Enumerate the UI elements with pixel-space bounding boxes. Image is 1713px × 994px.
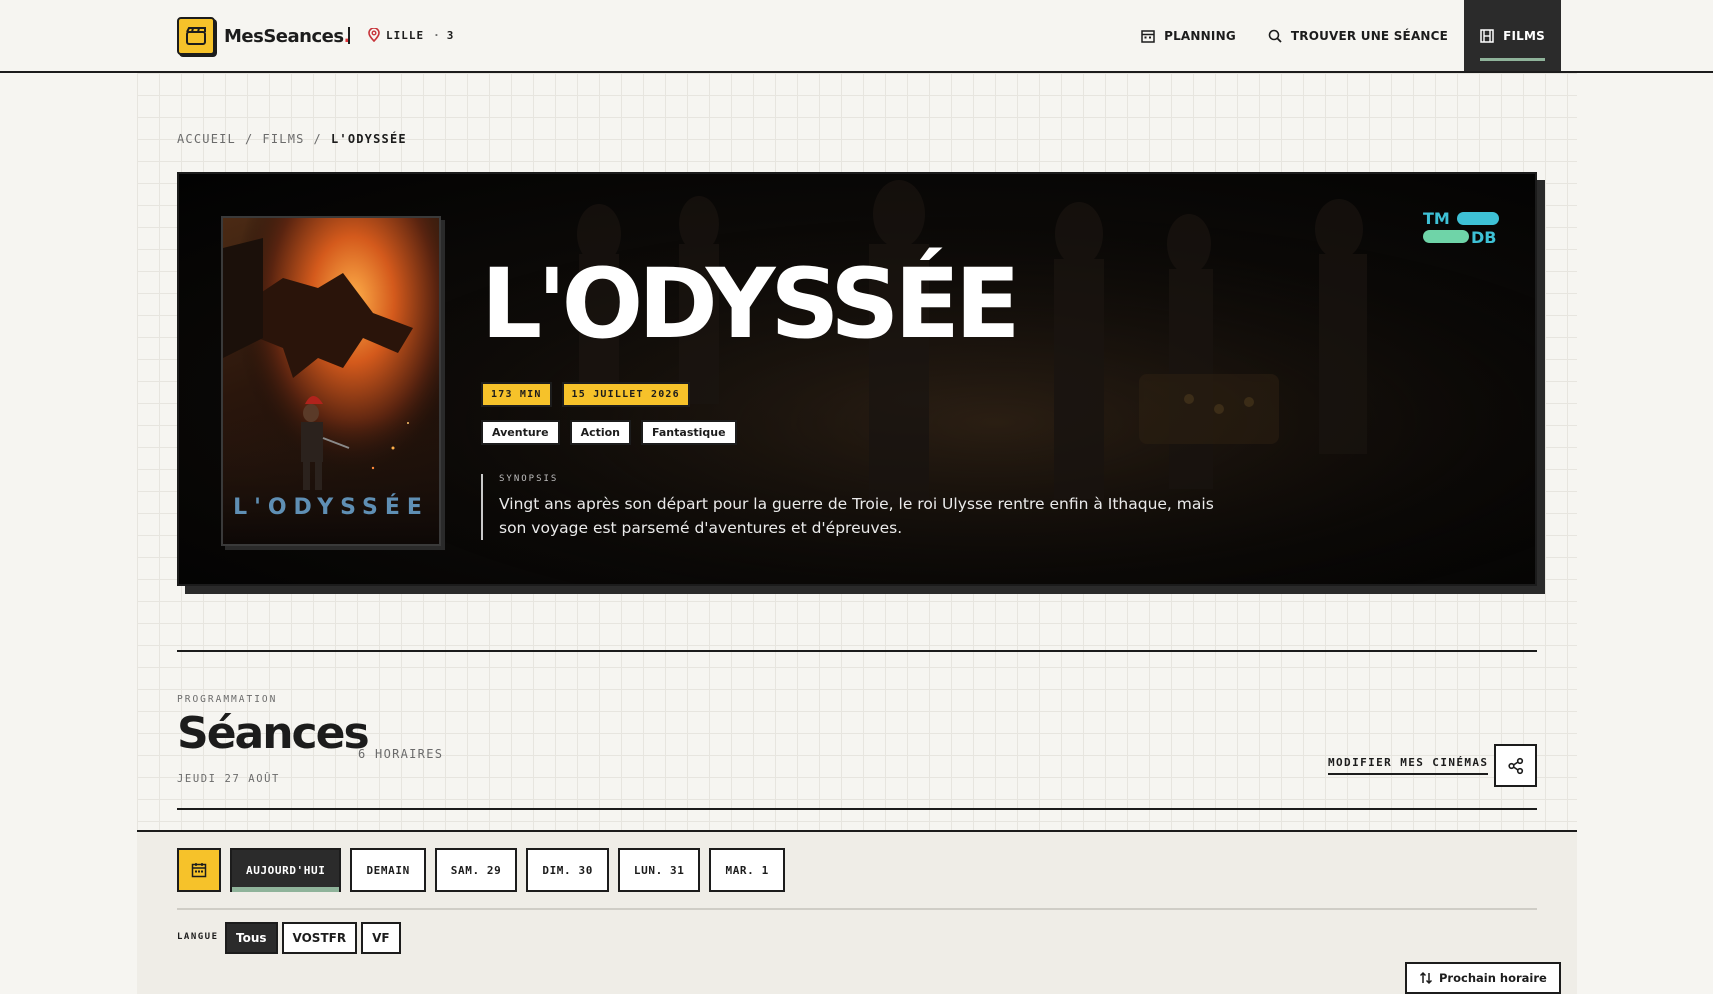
breadcrumb-home[interactable]: ACCUEIL	[177, 132, 236, 146]
cinema-count: 3	[446, 28, 455, 42]
logo[interactable]: MesSeances.	[177, 17, 350, 55]
calendar-icon	[191, 863, 207, 878]
tmdb-text-top: TM	[1423, 210, 1450, 228]
day-button[interactable]: SAM. 29	[434, 848, 518, 892]
breadcrumb-current: L'ODYSSÉE	[330, 132, 407, 146]
search-icon	[1268, 29, 1282, 43]
day-selector: AUJOURD'HUI DEMAIN SAM. 29 DIM. 30 LUN. …	[177, 848, 785, 892]
calendar-picker-button[interactable]	[177, 848, 221, 892]
share-button[interactable]	[1494, 744, 1537, 787]
seances-title: Séances	[177, 708, 370, 759]
genre-tags: Aventure Action Fantastique	[481, 420, 737, 445]
day-button[interactable]: DIM. 30	[526, 848, 609, 892]
synopsis-block: SYNOPSIS Vingt ans après son départ pour…	[481, 474, 1221, 540]
film-hero: L'ODYSSÉE L'ODYSSÉE 173 MIN 15 JUILLET 2…	[177, 172, 1537, 586]
day-button[interactable]: MAR. 1	[709, 848, 785, 892]
day-button[interactable]: LUN. 31	[617, 848, 701, 892]
filter-divider	[177, 908, 1537, 910]
nav-films[interactable]: FILMS	[1464, 0, 1561, 71]
film-poster: L'ODYSSÉE	[221, 216, 441, 546]
sort-arrows-icon	[1419, 971, 1433, 985]
calendar-icon	[1141, 29, 1155, 43]
tmdb-text-bottom: DB	[1471, 228, 1496, 246]
divider	[348, 27, 350, 44]
section-divider-top	[177, 650, 1537, 652]
clapperboard-icon	[177, 17, 215, 55]
poster-title-text: L'ODYSSÉE	[233, 495, 429, 520]
release-date-badge: 15 JUILLET 2026	[561, 382, 690, 407]
language-label: LANGUE	[177, 932, 219, 942]
film-title: L'ODYSSÉE	[481, 248, 1021, 360]
sort-label: Prochain horaire	[1439, 971, 1547, 985]
nav-planning-label: PLANNING	[1164, 28, 1236, 43]
location-selector[interactable]: LILLE · 3	[368, 28, 454, 42]
share-icon	[1507, 757, 1523, 774]
main-nav: PLANNING TROUVER UNE SÉANCE FILMS	[1125, 0, 1561, 71]
selected-date: JEUDI 27 AOÛT	[177, 773, 280, 785]
location-separator: ·	[433, 28, 441, 42]
language-option-all[interactable]: Tous	[225, 922, 278, 954]
breadcrumb-films[interactable]: FILMS	[262, 132, 304, 146]
breadcrumb: ACCUEIL / FILMS / L'ODYSSÉE	[177, 132, 407, 146]
language-option-vostfr[interactable]: VOSTFR	[281, 922, 358, 954]
nav-planning[interactable]: PLANNING	[1125, 0, 1252, 71]
film-icon	[1480, 28, 1494, 43]
nav-films-label: FILMS	[1503, 28, 1545, 43]
language-option-vf[interactable]: VF	[361, 922, 401, 954]
nav-find-seance[interactable]: TROUVER UNE SÉANCE	[1252, 0, 1464, 71]
modify-cinemas-link[interactable]: MODIFIER MES CINÉMAS	[1328, 756, 1489, 775]
synopsis-label: SYNOPSIS	[499, 474, 559, 484]
film-meta: 173 MIN 15 JUILLET 2026	[481, 382, 690, 407]
duration-badge: 173 MIN	[481, 382, 552, 407]
section-divider-bottom	[177, 808, 1537, 810]
sort-next-showtime-button[interactable]: Prochain horaire	[1405, 962, 1561, 994]
showtimes-count: 6 HORAIRES	[358, 747, 444, 761]
genre-tag: Fantastique	[641, 420, 737, 445]
tmdb-logo[interactable]: TM DB	[1423, 209, 1499, 250]
breadcrumb-separator: /	[244, 132, 254, 146]
logo-text: MesSeances.	[224, 25, 350, 47]
section-label: PROGRAMMATION	[177, 694, 278, 705]
tmdb-logo-icon: TM DB	[1423, 209, 1499, 247]
genre-tag: Action	[569, 420, 632, 445]
map-pin-icon	[368, 28, 380, 42]
top-navigation-bar: MesSeances. LILLE · 3 PLANNING TROUVER U…	[0, 0, 1713, 73]
nav-find-seance-label: TROUVER UNE SÉANCE	[1290, 28, 1449, 43]
day-button[interactable]: DEMAIN	[350, 848, 426, 892]
synopsis-text: Vingt ans après son départ pour la guerr…	[499, 495, 1214, 537]
breadcrumb-separator: /	[313, 132, 322, 146]
location-name: LILLE	[386, 28, 425, 42]
language-filter: Tous VOSTFR VF	[225, 922, 401, 954]
genre-tag: Aventure	[481, 420, 560, 445]
day-button-today[interactable]: AUJOURD'HUI	[230, 848, 342, 892]
